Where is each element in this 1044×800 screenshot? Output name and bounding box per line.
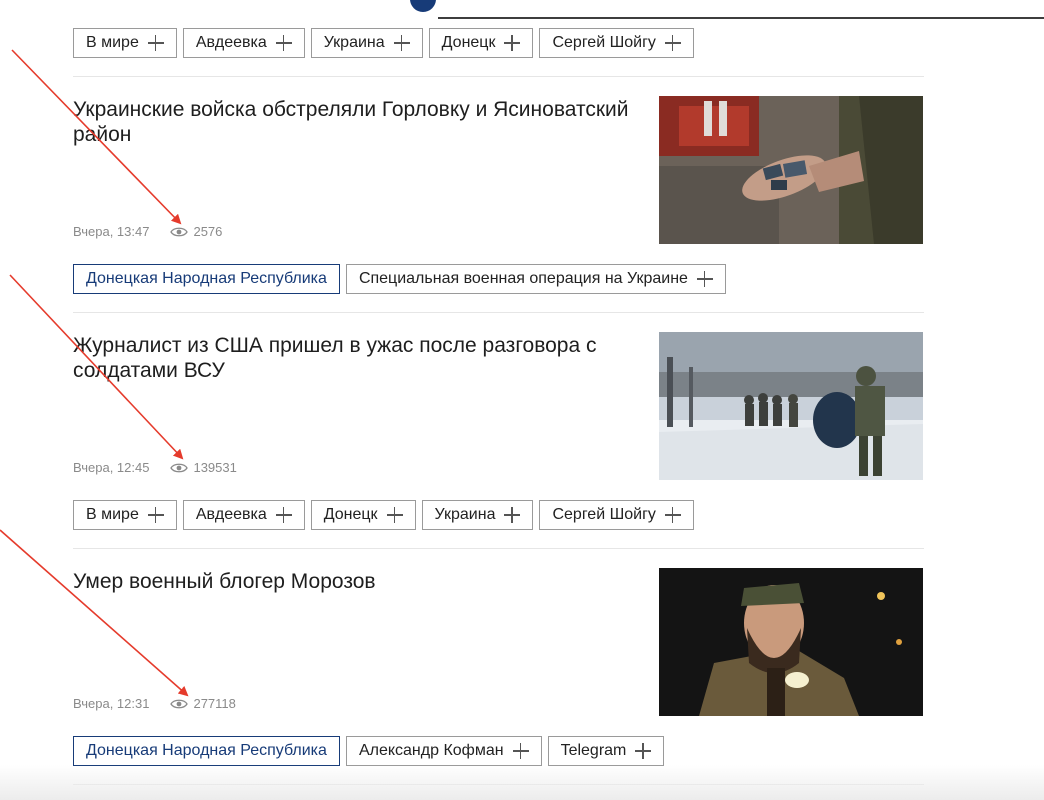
plus-icon bbox=[275, 507, 292, 523]
bottom-fade bbox=[0, 765, 1044, 800]
article-image[interactable] bbox=[659, 332, 923, 480]
plus-icon bbox=[147, 507, 164, 523]
tag-dnr[interactable]: Донецкая Народная Республика bbox=[73, 736, 340, 766]
tag-telegram[interactable]: Telegram bbox=[547, 736, 665, 766]
tag-kofman[interactable]: Александр Кофман bbox=[345, 736, 542, 766]
article-title[interactable]: Журналист из США пришел в ужас после раз… bbox=[73, 333, 633, 383]
plus-icon bbox=[504, 35, 521, 51]
tag-label: В мире bbox=[86, 34, 139, 51]
plus-icon bbox=[696, 271, 713, 287]
tag-avdeevka[interactable]: Авдеевка bbox=[182, 28, 305, 58]
eye-icon bbox=[170, 699, 189, 708]
article-meta: Вчера, 13:47 2576 bbox=[73, 224, 222, 239]
plus-icon bbox=[386, 507, 403, 523]
tag-shoigu[interactable]: Сергей Шойгу bbox=[539, 500, 694, 530]
tag-list: В мире Авдеевка Украина Донецк Сергей Шо… bbox=[73, 28, 694, 58]
article-time: Вчера, 12:45 bbox=[73, 460, 150, 475]
tag-ukraina[interactable]: Украина bbox=[310, 28, 423, 58]
tag-v-mire[interactable]: В мире bbox=[73, 500, 177, 530]
tag-dnr[interactable]: Донецкая Народная Республика bbox=[73, 264, 340, 294]
tag-list: Донецкая Народная Республика Александр К… bbox=[73, 736, 665, 766]
plus-icon bbox=[664, 35, 681, 51]
article-time: Вчера, 12:31 bbox=[73, 696, 150, 711]
plus-icon bbox=[664, 507, 681, 523]
tag-label: Сергей Шойгу bbox=[552, 506, 656, 523]
article-image[interactable] bbox=[659, 96, 923, 244]
article-meta: Вчера, 12:45 139531 bbox=[73, 460, 237, 475]
annotation-arrow bbox=[0, 529, 189, 697]
article-views: 277118 bbox=[193, 696, 236, 711]
header-rule bbox=[438, 17, 1044, 19]
plus-icon bbox=[635, 743, 652, 759]
tag-list: В мире Авдеевка Донецк Украина Сергей Шо… bbox=[73, 500, 694, 530]
tag-donetsk[interactable]: Донецк bbox=[310, 500, 416, 530]
divider bbox=[73, 784, 924, 785]
tag-shoigu[interactable]: Сергей Шойгу bbox=[539, 28, 694, 58]
tag-label: Сергей Шойгу bbox=[552, 34, 656, 51]
plus-icon bbox=[147, 35, 164, 51]
tag-label: Украина bbox=[434, 506, 496, 523]
tag-label: Украина bbox=[323, 34, 385, 51]
tag-label: Донецкая Народная Республика bbox=[86, 270, 327, 287]
tag-ukraina[interactable]: Украина bbox=[421, 500, 534, 530]
article-meta: Вчера, 12:31 277118 bbox=[73, 696, 236, 711]
tag-label: Telegram bbox=[560, 742, 627, 759]
plus-icon bbox=[393, 35, 410, 51]
site-logo-fragment bbox=[410, 0, 436, 12]
plus-icon bbox=[275, 35, 292, 51]
plus-icon bbox=[504, 507, 521, 523]
tag-donetsk[interactable]: Донецк bbox=[428, 28, 534, 58]
tag-label: Донецкая Народная Республика bbox=[86, 742, 327, 759]
tag-label: Александр Кофман bbox=[358, 742, 504, 759]
article-image[interactable] bbox=[659, 568, 923, 716]
tag-label: Авдеевка bbox=[195, 34, 267, 51]
article-title[interactable]: Умер военный блогер Морозов bbox=[73, 569, 633, 594]
article-views: 2576 bbox=[193, 224, 223, 239]
article-views: 139531 bbox=[193, 460, 237, 475]
tag-label: Специальная военная операция на Украине bbox=[358, 270, 688, 287]
article-title[interactable]: Украинские войска обстреляли Горловку и … bbox=[73, 97, 633, 147]
divider bbox=[73, 76, 924, 77]
divider bbox=[73, 548, 924, 549]
tag-label: Донецк bbox=[323, 506, 378, 523]
tag-v-mire[interactable]: В мире bbox=[73, 28, 177, 58]
divider bbox=[73, 312, 924, 313]
tag-svo[interactable]: Специальная военная операция на Украине bbox=[345, 264, 726, 294]
eye-icon bbox=[170, 463, 189, 472]
plus-icon bbox=[512, 743, 529, 759]
tag-list: Донецкая Народная Республика Специальная… bbox=[73, 264, 726, 294]
tag-label: Авдеевка bbox=[195, 506, 267, 523]
tag-avdeevka[interactable]: Авдеевка bbox=[182, 500, 305, 530]
tag-label: В мире bbox=[86, 506, 139, 523]
eye-icon bbox=[170, 227, 189, 236]
article-time: Вчера, 13:47 bbox=[73, 224, 150, 239]
tag-label: Донецк bbox=[441, 34, 496, 51]
